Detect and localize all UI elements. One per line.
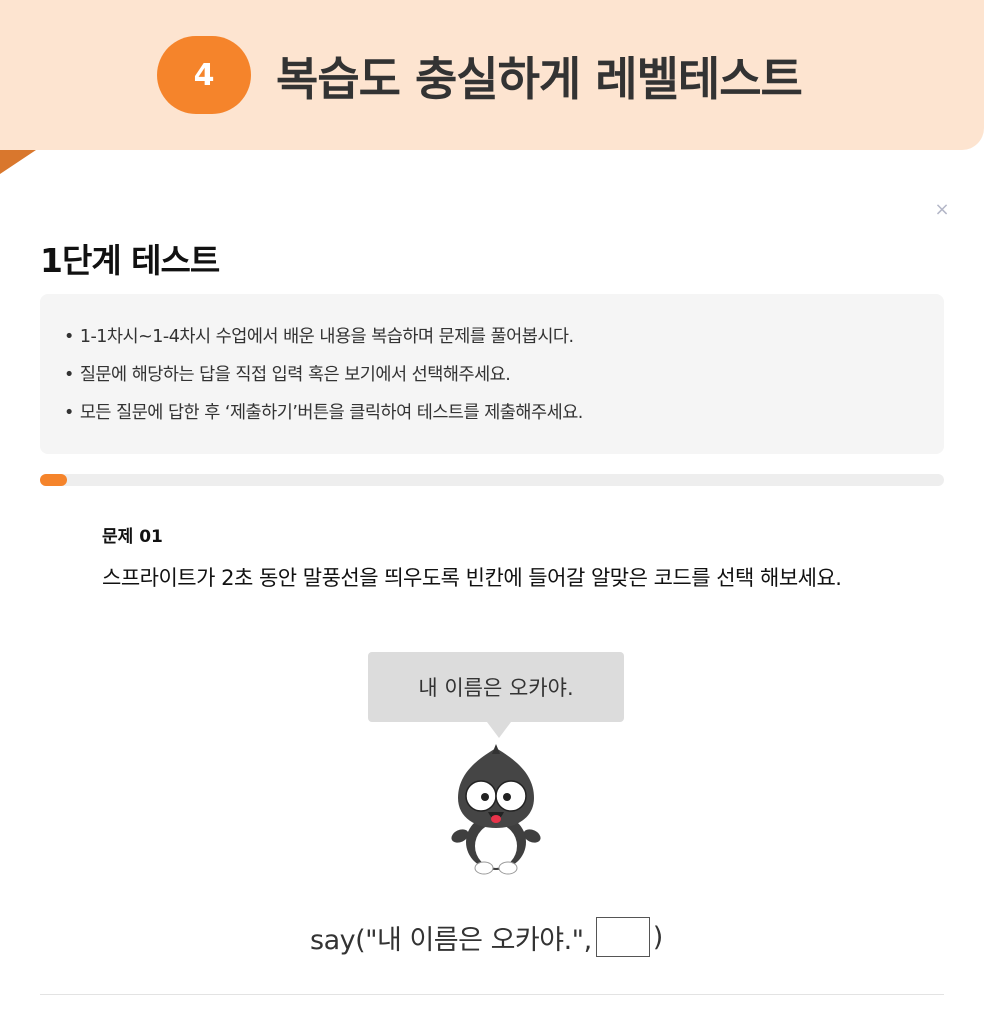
code-prefix: say("내 이름은 오카야.",: [310, 924, 592, 956]
banner-title: 복습도 충실하게 레벨테스트: [276, 52, 803, 106]
question-number: 문제 01: [102, 527, 163, 547]
speech-bubble-tail: [487, 722, 511, 738]
speech-bubble: 내 이름은 오카야.: [368, 652, 624, 722]
code-snippet: say("내 이름은 오카야.", ): [310, 914, 663, 960]
answer-blank[interactable]: [595, 917, 650, 957]
instruction-item: 질문에 해당하는 답을 직접 입력 혹은 보기에서 선택해주세요.: [64, 360, 920, 398]
banner-fold-corner: [0, 150, 36, 174]
instruction-item: 1-1차시~1-4차시 수업에서 배운 내용을 복습하며 문제를 풀어봅시다.: [64, 322, 920, 360]
test-title: 1단계 테스트: [40, 241, 220, 280]
lesson-banner: 4 복습도 충실하게 레벨테스트: [0, 0, 984, 150]
question-text: 스프라이트가 2초 동안 말풍선을 띄우도록 빈칸에 들어갈 알맞은 코드를 선…: [102, 566, 842, 590]
section-divider: [40, 994, 944, 995]
instructions-box: 1-1차시~1-4차시 수업에서 배운 내용을 복습하며 문제를 풀어봅시다. …: [40, 294, 944, 454]
step-number-badge: 4: [157, 36, 251, 114]
progress-bar: [40, 474, 944, 486]
progress-bar-fill: [40, 474, 68, 486]
code-suffix: ): [652, 921, 664, 953]
instruction-item: 모든 질문에 답한 후 ‘제출하기’버튼을 클릭하여 테스트를 제출해주세요.: [64, 398, 920, 436]
close-icon[interactable]: ×: [932, 200, 952, 220]
penguin-character-illustration: [451, 744, 541, 875]
